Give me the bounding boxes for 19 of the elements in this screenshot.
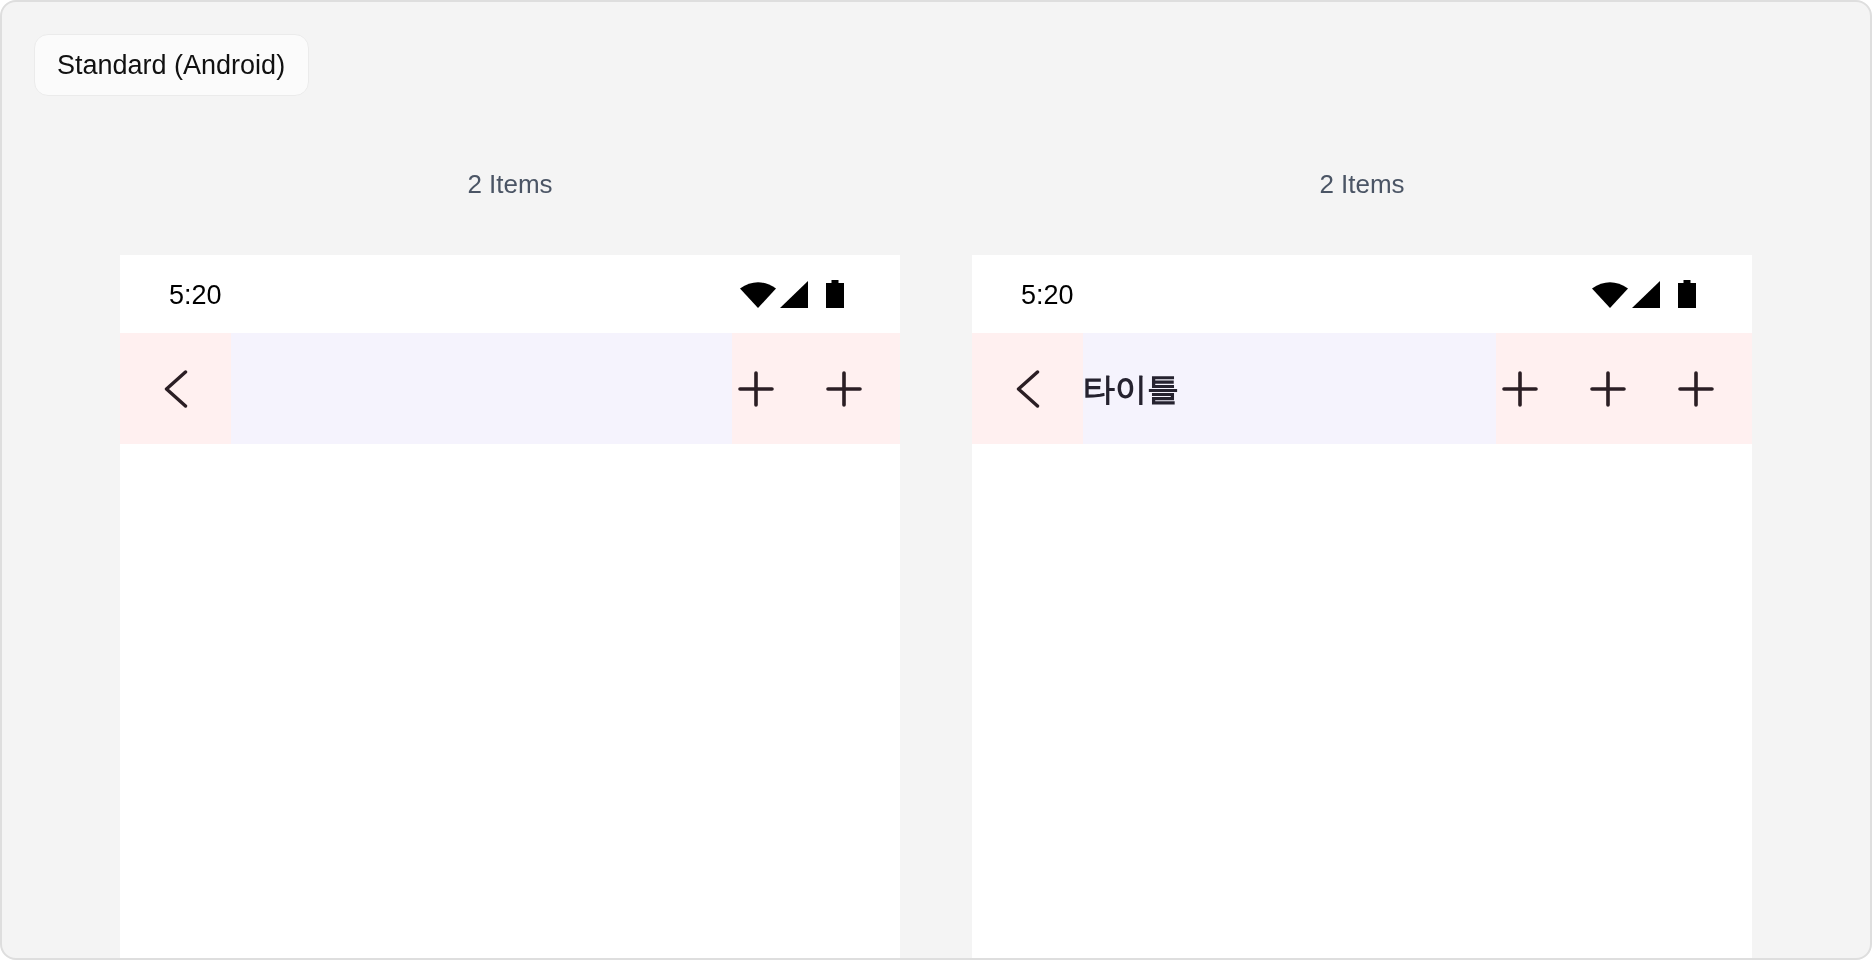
app-bar-title: 타이틀 (1083, 369, 1179, 409)
plus-icon (738, 370, 774, 407)
plus-icon (1590, 370, 1626, 407)
battery-icon (1678, 280, 1696, 308)
chevron-left-icon (163, 369, 188, 408)
chevron-left-icon (1015, 369, 1040, 408)
plus-icon (1678, 370, 1714, 407)
section-label: Standard (Android) (34, 34, 310, 96)
status-time: 5:20 (1021, 280, 1074, 310)
wifi-icon (740, 281, 776, 308)
status-time: 5:20 (169, 280, 222, 310)
plus-icon (826, 370, 862, 407)
signal-icon (1632, 281, 1660, 308)
wifi-icon (1592, 281, 1628, 308)
variant-caption: 2 Items (467, 169, 553, 199)
signal-icon (780, 281, 808, 308)
battery-icon (826, 280, 844, 308)
plus-icon (1502, 370, 1538, 407)
variant-caption: 2 Items (1319, 169, 1405, 199)
